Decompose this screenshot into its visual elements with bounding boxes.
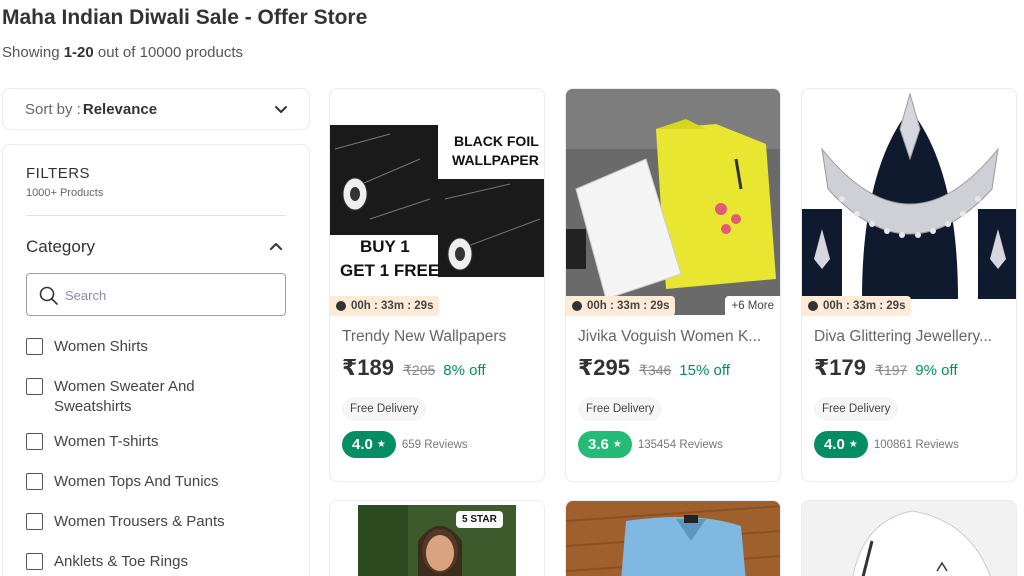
checkbox[interactable] xyxy=(26,338,43,355)
product-card[interactable] xyxy=(801,500,1017,576)
showing-prefix: Showing xyxy=(2,44,64,61)
category-item-anklets[interactable]: Anklets & Toe Rings xyxy=(26,552,188,572)
product-card[interactable]: 5 STAR xyxy=(329,500,545,576)
product-mrp: ₹346 xyxy=(639,362,672,378)
category-item-label: Women Tops And Tunics xyxy=(54,473,219,490)
deal-timer: 00h : 33m : 29s xyxy=(566,296,676,316)
clock-icon xyxy=(336,301,346,311)
category-item-label: Women Sweater And Sweatshirts xyxy=(54,377,195,417)
category-item-label: Anklets & Toe Rings xyxy=(54,553,188,570)
free-delivery-badge: Free Delivery xyxy=(342,397,427,421)
star-icon: ★ xyxy=(612,439,622,450)
rating-row: 4.0 ★ 659 Reviews xyxy=(342,431,468,458)
category-item-women-shirts[interactable]: Women Shirts xyxy=(26,337,148,357)
timer-text: 00h : 33m : 29s xyxy=(351,300,434,312)
showing-count: Showing 1-20 out of 10000 products xyxy=(2,44,243,61)
product-card[interactable]: 00h : 33m : 29s Diva Glittering Jeweller… xyxy=(801,88,1017,482)
product-image[interactable] xyxy=(566,501,781,576)
free-delivery-badge: Free Delivery xyxy=(578,397,663,421)
deal-timer: 00h : 33m : 29s xyxy=(330,296,440,316)
price-row: ₹189 ₹205 8% off xyxy=(342,355,486,381)
deal-timer: 00h : 33m : 29s xyxy=(802,296,912,316)
filters-title: FILTERS xyxy=(26,165,91,182)
product-name[interactable]: Jivika Voguish Women K... xyxy=(578,328,774,346)
rating-badge: 5 STAR xyxy=(456,511,503,528)
image-text-line4: GET 1 FREE xyxy=(340,261,440,280)
product-image[interactable] xyxy=(566,89,780,315)
chevron-up-icon[interactable] xyxy=(269,239,283,253)
sort-value: Relevance xyxy=(82,100,158,118)
category-item-label: Women Shirts xyxy=(54,338,148,355)
product-image[interactable]: BLACK FOIL WALLPAPER BUY 1 GET 1 FREE xyxy=(330,89,544,315)
sort-label: Sort by : xyxy=(25,100,81,118)
category-item-label: Women T-shirts xyxy=(54,433,159,450)
category-item-label-line2: Sweatshirts xyxy=(54,398,132,415)
checkbox[interactable] xyxy=(26,433,43,450)
product-card[interactable]: 00h : 33m : 29s +6 More Jivika Voguish W… xyxy=(565,88,781,482)
product-discount: 9% off xyxy=(915,362,958,379)
product-price: ₹295 xyxy=(578,355,631,380)
category-item-women-sweater[interactable]: Women Sweater And Sweatshirts xyxy=(26,377,195,417)
more-colors-badge[interactable]: +6 More xyxy=(725,296,780,316)
price-row: ₹179 ₹197 9% off xyxy=(814,355,958,381)
rating-row: 4.0 ★ 100861 Reviews xyxy=(814,431,959,458)
divider xyxy=(26,215,286,216)
rating-badge: 3.6 ★ xyxy=(578,431,632,458)
category-item-label-line1: Women Sweater And xyxy=(54,378,195,395)
timer-text: 00h : 33m : 29s xyxy=(587,300,670,312)
star-icon: ★ xyxy=(848,439,858,450)
free-delivery-badge: Free Delivery xyxy=(814,397,899,421)
checkbox[interactable] xyxy=(26,513,43,530)
product-price: ₹189 xyxy=(342,355,395,380)
filters-count: 1000+ Products xyxy=(26,187,104,199)
product-mrp: ₹197 xyxy=(875,362,908,378)
sort-dropdown[interactable]: Sort by : Relevance xyxy=(2,88,310,130)
review-count: 135454 Reviews xyxy=(637,438,723,451)
product-card[interactable]: BLACK FOIL WALLPAPER BUY 1 GET 1 FREE 00… xyxy=(329,88,545,482)
product-card[interactable] xyxy=(565,500,781,576)
review-count: 659 Reviews xyxy=(401,438,468,451)
checkbox[interactable] xyxy=(26,553,43,570)
review-count: 100861 Reviews xyxy=(873,438,959,451)
rating-badge: 4.0 ★ xyxy=(342,431,396,458)
rating-badge: 4.0 ★ xyxy=(814,431,868,458)
checkbox[interactable] xyxy=(26,473,43,490)
product-image[interactable] xyxy=(802,89,1016,315)
category-search-input[interactable]: Search xyxy=(26,273,286,316)
category-item-women-trousers[interactable]: Women Trousers & Pants xyxy=(26,512,225,532)
star-icon: ★ xyxy=(376,439,386,450)
product-price: ₹179 xyxy=(814,355,867,380)
product-image[interactable] xyxy=(330,501,545,576)
timer-text: 00h : 33m : 29s xyxy=(823,300,906,312)
product-discount: 15% off xyxy=(679,362,730,379)
clock-icon xyxy=(808,301,818,311)
price-row: ₹295 ₹346 15% off xyxy=(578,355,730,381)
rating-row: 3.6 ★ 135454 Reviews xyxy=(578,431,723,458)
showing-suffix: out of 10000 products xyxy=(93,44,244,61)
image-text-line2: WALLPAPER xyxy=(452,152,539,168)
rating-value: 3.6 xyxy=(588,436,609,453)
rating-value: 4.0 xyxy=(824,436,845,453)
filter-panel: FILTERS 1000+ Products Category Search W… xyxy=(2,144,310,576)
rating-value: 4.0 xyxy=(352,436,373,453)
product-name[interactable]: Trendy New Wallpapers xyxy=(342,328,538,346)
product-mrp: ₹205 xyxy=(403,362,436,378)
category-item-women-tops[interactable]: Women Tops And Tunics xyxy=(26,472,219,492)
image-text-line3: BUY 1 xyxy=(360,237,410,256)
product-discount: 8% off xyxy=(443,362,486,379)
category-item-label: Women Trousers & Pants xyxy=(54,513,225,530)
chevron-down-icon xyxy=(275,106,287,113)
category-title[interactable]: Category xyxy=(26,237,95,257)
clock-icon xyxy=(572,301,582,311)
checkbox[interactable] xyxy=(26,378,43,395)
category-item-women-tshirts[interactable]: Women T-shirts xyxy=(26,432,158,452)
product-image[interactable] xyxy=(802,501,1017,576)
image-text-line1: BLACK FOIL xyxy=(454,133,539,149)
search-placeholder: Search xyxy=(65,288,107,303)
product-name[interactable]: Diva Glittering Jewellery... xyxy=(814,328,1010,346)
search-icon xyxy=(39,286,58,305)
page-title: Maha Indian Diwali Sale - Offer Store xyxy=(2,6,368,29)
showing-range: 1-20 xyxy=(63,44,94,61)
